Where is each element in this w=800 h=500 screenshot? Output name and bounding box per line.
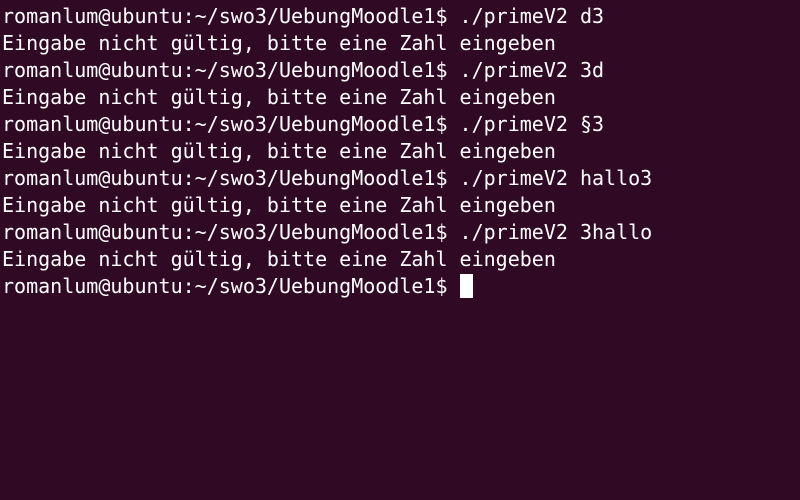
command-line: romanlum@ubuntu:~/swo3/UebungMoodle1$ ./… <box>2 4 605 28</box>
text-cursor <box>459 274 473 298</box>
active-prompt-line[interactable]: romanlum@ubuntu:~/swo3/UebungMoodle1$ <box>2 273 800 300</box>
terminal-window[interactable]: romanlum@ubuntu:~/swo3/UebungMoodle1$ ./… <box>0 0 800 500</box>
error-output-line: Eingabe nicht gültig, bitte eine Zahl ei… <box>2 85 556 109</box>
command-line: romanlum@ubuntu:~/swo3/UebungMoodle1$ ./… <box>2 58 605 82</box>
command-line: romanlum@ubuntu:~/swo3/UebungMoodle1$ ./… <box>2 112 605 136</box>
command-line: romanlum@ubuntu:~/swo3/UebungMoodle1$ ./… <box>2 220 653 244</box>
error-output-line: Eingabe nicht gültig, bitte eine Zahl ei… <box>2 193 556 217</box>
error-output-line: Eingabe nicht gültig, bitte eine Zahl ei… <box>2 247 556 271</box>
error-output-line: Eingabe nicht gültig, bitte eine Zahl ei… <box>2 139 556 163</box>
error-output-line: Eingabe nicht gültig, bitte eine Zahl ei… <box>2 31 556 55</box>
command-line: romanlum@ubuntu:~/swo3/UebungMoodle1$ ./… <box>2 166 653 190</box>
shell-prompt: romanlum@ubuntu:~/swo3/UebungMoodle1$ <box>2 274 460 298</box>
